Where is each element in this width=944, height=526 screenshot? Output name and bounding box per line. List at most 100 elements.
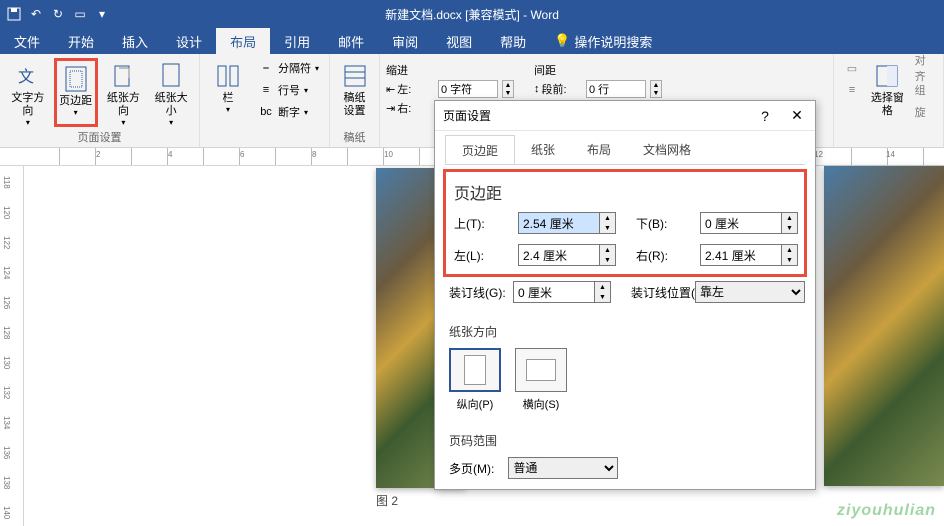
watermark: ziyouhulian	[837, 502, 936, 520]
indent-right-icon: ⇥	[386, 102, 395, 115]
rotate-button[interactable]: 旋	[911, 102, 937, 122]
margin-left-input[interactable]	[518, 244, 600, 266]
hyphenation-icon: bc	[258, 104, 274, 120]
dialog-title-text: 页面设置	[443, 107, 491, 124]
portrait-icon	[449, 348, 501, 392]
margin-left-spinner[interactable]: ▲▼	[600, 244, 616, 266]
tab-design[interactable]: 设计	[162, 28, 216, 54]
orientation-section-label: 纸张方向	[449, 323, 801, 340]
dialog-tab-margins[interactable]: 页边距	[445, 135, 515, 164]
margin-bottom-input[interactable]	[700, 212, 782, 234]
position-button[interactable]: ▭	[840, 58, 864, 78]
tab-help[interactable]: 帮助	[486, 28, 540, 54]
line-numbers-icon: ≡	[258, 82, 274, 98]
line-numbers-button[interactable]: ≡行号▾	[254, 80, 323, 100]
margins-icon	[60, 63, 92, 95]
dialog-close-button[interactable]: ✕	[787, 107, 807, 124]
breaks-button[interactable]: ⎯分隔符▾	[254, 58, 323, 78]
spacing-before-spinner[interactable]: ▲▼	[650, 80, 662, 98]
orientation-button[interactable]: 纸张方向 ▾	[102, 58, 146, 127]
wrap-button[interactable]: ≡	[840, 80, 864, 100]
group-button[interactable]: 组	[911, 80, 937, 100]
redo-icon[interactable]: ↻	[50, 6, 66, 22]
selection-pane-button[interactable]: 选择窗格	[868, 58, 907, 147]
indent-left-row: ⇤左: ▲▼	[386, 80, 514, 98]
text-direction-button[interactable]: 文 文字方向 ▾	[6, 58, 50, 127]
orientation-portrait-button[interactable]: 纵向(P)	[449, 348, 501, 412]
tab-view[interactable]: 视图	[432, 28, 486, 54]
indent-left-input[interactable]	[438, 80, 498, 98]
page-range-section-label: 页码范围	[449, 432, 801, 449]
dialog-tab-layout[interactable]: 布局	[571, 135, 627, 164]
window-title: 新建文档.docx [兼容模式] - Word	[385, 6, 559, 23]
margins-highlight-box: 页边距 上(T): ▲▼ 下(B): ▲▼ 左(L): ▲▼ 右(R): ▲▼	[443, 169, 807, 277]
manuscript-icon	[339, 60, 371, 92]
margin-bottom-label: 下(B):	[636, 215, 692, 232]
columns-button[interactable]: 栏 ▾	[206, 58, 250, 143]
margin-top-label: 上(T):	[454, 215, 510, 232]
align-button[interactable]: 对齐	[911, 58, 937, 78]
margin-right-spinner[interactable]: ▲▼	[782, 244, 798, 266]
indent-left-icon: ⇤	[386, 83, 395, 96]
chevron-down-icon: ▾	[26, 118, 30, 127]
gutter-pos-select[interactable]: 靠左	[695, 281, 805, 303]
margin-left-label: 左(L):	[454, 247, 510, 264]
margin-bottom-spinner[interactable]: ▲▼	[782, 212, 798, 234]
svg-text:文: 文	[18, 68, 34, 86]
gutter-spinner[interactable]: ▲▼	[595, 281, 611, 303]
spacing-before-input[interactable]	[586, 80, 646, 98]
ribbon-tabs: 文件 开始 插入 设计 布局 引用 邮件 审阅 视图 帮助 💡 操作说明搜索	[0, 28, 944, 54]
chevron-down-icon: ▾	[74, 108, 78, 117]
chevron-down-icon: ▾	[121, 118, 125, 127]
dialog-help-button[interactable]: ?	[755, 108, 775, 124]
selection-pane-icon	[871, 60, 903, 92]
touch-mode-icon[interactable]: ▭	[72, 6, 88, 22]
orientation-landscape-button[interactable]: 横向(S)	[515, 348, 567, 412]
dialog-titlebar[interactable]: 页面设置 ? ✕	[435, 101, 815, 131]
inserted-image-right[interactable]	[824, 166, 944, 486]
gutter-pos-label: 装订线位置(U):	[631, 284, 687, 301]
chevron-down-icon: ▾	[169, 118, 173, 127]
dialog-tab-paper[interactable]: 纸张	[515, 135, 571, 164]
indent-header: 缩进	[386, 62, 514, 78]
indent-left-spinner[interactable]: ▲▼	[502, 80, 514, 98]
dialog-tab-grid[interactable]: 文档网格	[627, 135, 707, 164]
save-icon[interactable]	[6, 6, 22, 22]
margin-top-input[interactable]	[518, 212, 600, 234]
spacing-header: 间距	[534, 62, 662, 78]
title-bar: ↶ ↻ ▭ ▾ 新建文档.docx [兼容模式] - Word	[0, 0, 944, 28]
hyphenation-button[interactable]: bc断字▾	[254, 102, 323, 122]
tab-references[interactable]: 引用	[270, 28, 324, 54]
tab-mailings[interactable]: 邮件	[324, 28, 378, 54]
tab-review[interactable]: 审阅	[378, 28, 432, 54]
group-page-setup: 文 文字方向 ▾ 页边距 ▾ 纸张方向 ▾ 纸张大小 ▾ 页面设置	[0, 54, 200, 147]
tab-file[interactable]: 文件	[0, 28, 54, 54]
page-setup-dialog: 页面设置 ? ✕ 页边距 纸张 布局 文档网格 页边距 上(T): ▲▼ 下(B…	[434, 100, 816, 490]
group-page-setup-2: 栏 ▾ ⎯分隔符▾ ≡行号▾ bc断字▾	[200, 54, 330, 147]
landscape-icon	[515, 348, 567, 392]
multi-page-label: 多页(M):	[449, 460, 494, 477]
margin-right-input[interactable]	[700, 244, 782, 266]
tell-me[interactable]: 💡 操作说明搜索	[540, 28, 652, 54]
dialog-tabs: 页边距 纸张 布局 文档网格	[445, 135, 805, 165]
manuscript-settings-button[interactable]: 稿纸 设置	[336, 58, 373, 127]
margins-button[interactable]: 页边距 ▾	[54, 58, 98, 127]
size-button[interactable]: 纸张大小 ▾	[149, 58, 193, 127]
tab-layout[interactable]: 布局	[216, 28, 270, 54]
group-manuscript: 稿纸 设置 稿纸	[330, 54, 380, 147]
orientation-icon	[107, 60, 139, 92]
group-label: 页面设置	[6, 127, 193, 147]
margin-top-spinner[interactable]: ▲▼	[600, 212, 616, 234]
position-icon: ▭	[844, 60, 860, 76]
spacing-before-icon: ↕	[534, 83, 540, 95]
gutter-label: 装订线(G):	[449, 284, 505, 301]
wrap-icon: ≡	[844, 82, 860, 98]
tab-home[interactable]: 开始	[54, 28, 108, 54]
qat-more-icon[interactable]: ▾	[94, 6, 110, 22]
breaks-icon: ⎯	[258, 60, 274, 76]
tab-insert[interactable]: 插入	[108, 28, 162, 54]
undo-icon[interactable]: ↶	[28, 6, 44, 22]
vertical-ruler[interactable]: 118 120 122 124 126 128 130 132 134 136 …	[0, 166, 24, 526]
gutter-input[interactable]	[513, 281, 595, 303]
multi-page-select[interactable]: 普通	[508, 457, 618, 479]
